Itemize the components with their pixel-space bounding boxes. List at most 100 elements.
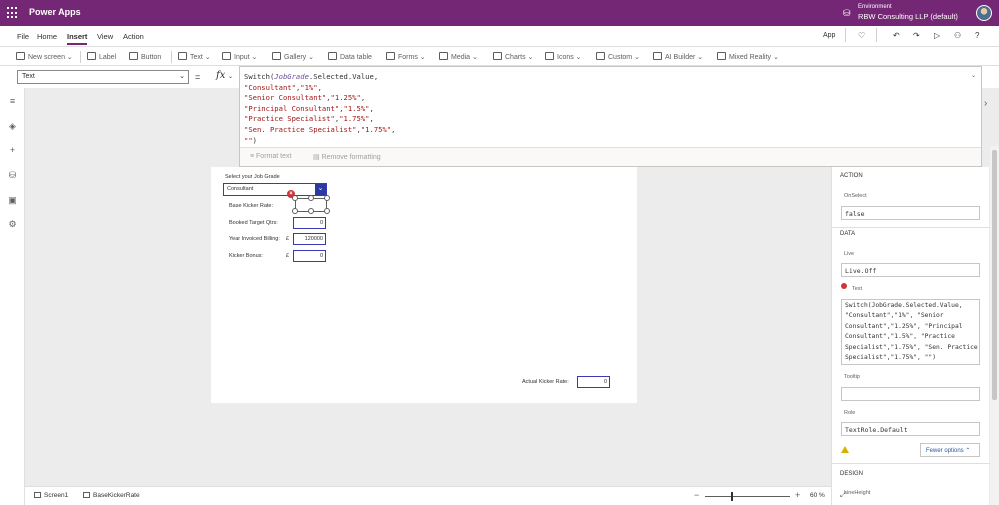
play-icon[interactable]: ▷ <box>934 31 940 40</box>
kicker-bonus-label: Kicker Bonus: <box>229 253 263 259</box>
resize-handle[interactable] <box>308 195 314 201</box>
environment-label: Environment <box>858 4 892 10</box>
gallery-menu[interactable]: Gallery ⌄ <box>272 52 314 61</box>
live-field[interactable]: Live.Off <box>841 263 980 277</box>
tools-icon[interactable]: ⚙ <box>7 219 18 230</box>
panel-scrollbar-thumb[interactable] <box>992 150 997 400</box>
input-menu[interactable]: Input ⌄ <box>222 52 257 61</box>
forms-menu[interactable]: Forms ⌄ <box>386 52 426 61</box>
breadcrumb-control[interactable]: BaseKickerRate <box>83 492 140 499</box>
new-screen-icon <box>16 52 25 60</box>
currency-symbol: £ <box>286 253 290 259</box>
tab-home[interactable]: Home <box>37 32 57 41</box>
icons-icon <box>545 52 554 60</box>
section-divider <box>832 227 990 228</box>
media-icon[interactable]: ▣ <box>7 195 18 206</box>
zoom-in-button[interactable]: + <box>795 490 800 500</box>
onselect-field[interactable]: false <box>841 206 980 220</box>
database-icon[interactable]: ⛁ <box>7 170 18 181</box>
currency-symbol: £ <box>286 236 290 242</box>
actual-kicker-rate-input[interactable]: 0 <box>577 376 610 388</box>
year-billing-input[interactable]: 120000 <box>293 233 326 245</box>
role-field[interactable]: TextRole.Default <box>841 422 980 436</box>
fx-icon[interactable]: fx <box>216 70 225 81</box>
properties-panel: ACTION OnSelect false DATA Live Live.Off… <box>831 167 990 505</box>
onselect-label: OnSelect <box>844 193 867 199</box>
kicker-bonus-input[interactable]: 0 <box>293 250 326 262</box>
tab-view[interactable]: View <box>97 32 113 41</box>
data-heading: DATA <box>840 231 856 237</box>
format-text-button[interactable]: ≡ Format text <box>250 153 291 160</box>
zoom-slider[interactable] <box>705 496 790 497</box>
breadcrumb-screen[interactable]: Screen1 <box>34 492 68 499</box>
ai-builder-icon <box>653 52 662 60</box>
help-icon[interactable]: ? <box>975 31 979 40</box>
custom-menu[interactable]: Custom ⌄ <box>596 52 640 61</box>
zoom-slider-thumb[interactable] <box>731 492 733 501</box>
role-label: Role <box>844 410 856 416</box>
fit-to-window-icon[interactable]: ⤢ <box>840 490 846 500</box>
app-launcher-icon[interactable] <box>7 7 19 19</box>
toolbar-divider <box>845 28 846 42</box>
fewer-options-button[interactable]: Fewer options ⌃ <box>920 443 980 457</box>
status-bar: Screen1 BaseKickerRate − + 60 % ⤢ <box>25 486 846 505</box>
avatar[interactable] <box>976 5 992 21</box>
environment-name[interactable]: RBW Consulting LLP (default) <box>858 12 958 21</box>
mixed-reality-menu[interactable]: Mixed Reality ⌄ <box>717 52 779 61</box>
action-heading: ACTION <box>840 173 863 179</box>
tooltip-field[interactable] <box>841 387 980 401</box>
resize-handle[interactable] <box>324 208 330 214</box>
chevron-down-icon[interactable]: ⌄ <box>315 184 326 195</box>
control-icon <box>83 492 90 498</box>
tab-insert[interactable]: Insert <box>67 32 88 45</box>
user-icon[interactable]: ⚇ <box>954 31 961 40</box>
app-header: Power Apps ⛁ Environment RBW Consulting … <box>0 0 999 26</box>
label-button[interactable]: Label <box>87 52 116 61</box>
media-menu[interactable]: Media ⌄ <box>439 52 478 61</box>
property-dropdown[interactable]: Text ⌄ <box>17 70 189 84</box>
chevron-right-icon[interactable]: › <box>984 98 987 109</box>
data-table-button[interactable]: Data table <box>328 52 372 61</box>
mixed-reality-icon <box>717 52 726 60</box>
environment-icon: ⛁ <box>843 8 851 18</box>
error-icon <box>841 283 847 289</box>
remove-formatting-button[interactable]: ▤ Remove formatting <box>313 153 381 161</box>
plus-icon[interactable]: + <box>7 145 18 155</box>
menu-bar: File Home Insert View Action App ♡ ↶ ↷ ▷… <box>0 26 999 46</box>
chevron-down-icon: ⌄ <box>179 73 185 80</box>
tab-file[interactable]: File <box>17 32 29 41</box>
ai-builder-menu[interactable]: AI Builder ⌄ <box>653 52 703 61</box>
app-canvas[interactable]: Select your Job Grade Consultant ⌄ × Bas… <box>211 167 637 403</box>
zoom-out-button[interactable]: − <box>694 490 699 500</box>
booked-target-input[interactable]: 0 <box>293 217 326 229</box>
redo-icon[interactable]: ↷ <box>913 31 920 40</box>
resize-handle[interactable] <box>292 195 298 201</box>
resize-handle[interactable] <box>324 195 330 201</box>
app-checker-button[interactable]: App <box>823 32 835 39</box>
property-value: Text <box>22 73 35 80</box>
text-field[interactable]: Switch(JobGrade.Selected.Value, "Consult… <box>841 299 980 365</box>
chevron-down-icon[interactable]: ⌄ <box>228 73 233 80</box>
charts-icon <box>493 52 502 60</box>
lineheight-label: LineHeight <box>844 490 871 496</box>
layers-icon[interactable]: ◈ <box>7 121 18 132</box>
button-button[interactable]: Button <box>129 52 161 61</box>
design-heading: DESIGN <box>840 471 864 477</box>
new-screen-button[interactable]: New screen ⌄ <box>16 52 73 61</box>
ribbon-separator <box>171 51 172 63</box>
hamburger-icon[interactable]: ≡ <box>7 96 18 106</box>
collapse-icon[interactable]: ⌄ <box>971 72 976 79</box>
resize-handle[interactable] <box>292 208 298 214</box>
stethoscope-icon[interactable]: ♡ <box>858 31 865 40</box>
ribbon-separator <box>80 51 81 63</box>
tab-action[interactable]: Action <box>123 32 144 41</box>
text-menu[interactable]: Text ⌄ <box>178 52 211 61</box>
formula-editor[interactable]: Switch(JobGrade.Selected.Value, "Consult… <box>239 66 982 167</box>
resize-handle[interactable] <box>308 208 314 214</box>
label-icon <box>87 52 96 60</box>
undo-icon[interactable]: ↶ <box>893 31 900 40</box>
base-kicker-rate-label: Base Kicker Rate: <box>229 203 274 209</box>
charts-menu[interactable]: Charts ⌄ <box>493 52 533 61</box>
formula-code[interactable]: Switch(JobGrade.Selected.Value, "Consult… <box>244 72 395 146</box>
icons-menu[interactable]: Icons ⌄ <box>545 52 582 61</box>
